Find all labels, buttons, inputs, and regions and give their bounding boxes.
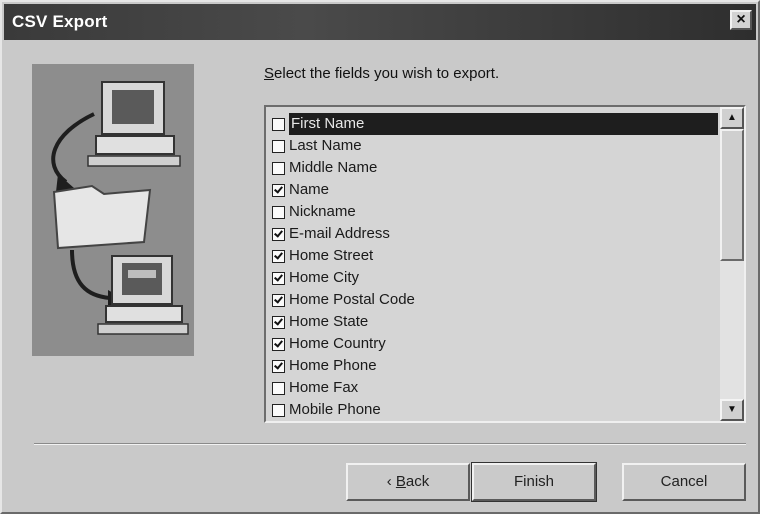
field-item[interactable]: E-mail Address — [272, 223, 718, 245]
field-item[interactable]: Last Name — [272, 135, 718, 157]
fields-list: First Name Last Name Middle Name Name Nickna… — [272, 113, 718, 421]
field-item[interactable]: Middle Name — [272, 157, 718, 179]
field-label: Home City — [289, 269, 360, 286]
csv-export-dialog: CSV Export × Select the fields you wish … — [0, 0, 760, 514]
close-button[interactable]: × — [730, 10, 752, 30]
back-rest: ack — [405, 473, 430, 490]
export-wizard-illustration — [32, 64, 194, 356]
back-button[interactable]: ‹ Back — [346, 463, 470, 501]
field-label: Nickname — [289, 203, 356, 220]
checkbox-unchecked[interactable] — [272, 381, 285, 395]
back-prefix: ‹ — [386, 473, 396, 490]
checkbox-checked[interactable] — [272, 271, 285, 285]
instruction-rest: elect the fields you wish to export. — [274, 65, 500, 82]
field-label: Home Postal Code — [289, 291, 415, 308]
fields-listbox[interactable]: First Name Last Name Middle Name Name Nickna… — [264, 105, 746, 423]
field-item[interactable]: Nickname — [272, 201, 718, 223]
field-label: Last Name — [289, 137, 362, 154]
checkbox-checked[interactable] — [272, 315, 285, 329]
field-item[interactable]: Home Fax — [272, 377, 718, 399]
checkbox-checked[interactable] — [272, 293, 285, 307]
checkbox-unchecked[interactable] — [272, 403, 285, 417]
checkbox-checked[interactable] — [272, 183, 285, 197]
separator — [34, 443, 746, 445]
scroll-thumb[interactable] — [720, 129, 744, 261]
checkbox-unchecked[interactable] — [272, 161, 285, 175]
window-title: CSV Export — [12, 12, 108, 31]
checkbox-unchecked[interactable] — [272, 139, 285, 153]
field-label: Home Street — [289, 247, 374, 264]
field-label: Mobile Phone — [289, 401, 381, 418]
checkbox-unchecked[interactable] — [272, 117, 285, 131]
title-bar[interactable]: CSV Export × — [4, 4, 756, 40]
field-label: Home Fax — [289, 379, 359, 396]
finish-button[interactable]: Finish — [471, 462, 597, 502]
instruction-text: Select the fields you wish to export. — [264, 65, 499, 82]
checkbox-checked[interactable] — [272, 249, 285, 263]
field-item[interactable]: Name — [272, 179, 718, 201]
checkbox-unchecked[interactable] — [272, 205, 285, 219]
field-label: Home Phone — [289, 357, 377, 374]
field-item[interactable]: Home Street — [272, 245, 718, 267]
field-item[interactable]: Home City — [272, 267, 718, 289]
field-item[interactable]: Home State — [272, 311, 718, 333]
field-label: Home Country — [289, 335, 386, 352]
checkbox-checked[interactable] — [272, 359, 285, 373]
scroll-down-button[interactable]: ▼ — [720, 399, 744, 421]
field-item[interactable]: Home Country — [272, 333, 718, 355]
field-label: Middle Name — [289, 159, 378, 176]
field-label: Name — [289, 181, 330, 198]
cancel-button[interactable]: Cancel — [622, 463, 746, 501]
checkbox-checked[interactable] — [272, 337, 285, 351]
vertical-scrollbar[interactable]: ▲ ▼ — [720, 107, 744, 421]
instruction-accel: S — [264, 65, 275, 82]
field-item[interactable]: Home Phone — [272, 355, 718, 377]
field-label: E-mail Address — [289, 225, 390, 242]
back-accel: B — [395, 473, 406, 490]
field-item[interactable]: Home Postal Code — [272, 289, 718, 311]
scroll-up-button[interactable]: ▲ — [720, 107, 744, 129]
field-label: First Name — [289, 113, 718, 135]
checkbox-checked[interactable] — [272, 227, 285, 241]
field-label: Home State — [289, 313, 369, 330]
computer-export-icon — [32, 64, 194, 356]
field-item[interactable]: Mobile Phone — [272, 399, 718, 421]
field-item[interactable]: First Name — [272, 113, 718, 135]
